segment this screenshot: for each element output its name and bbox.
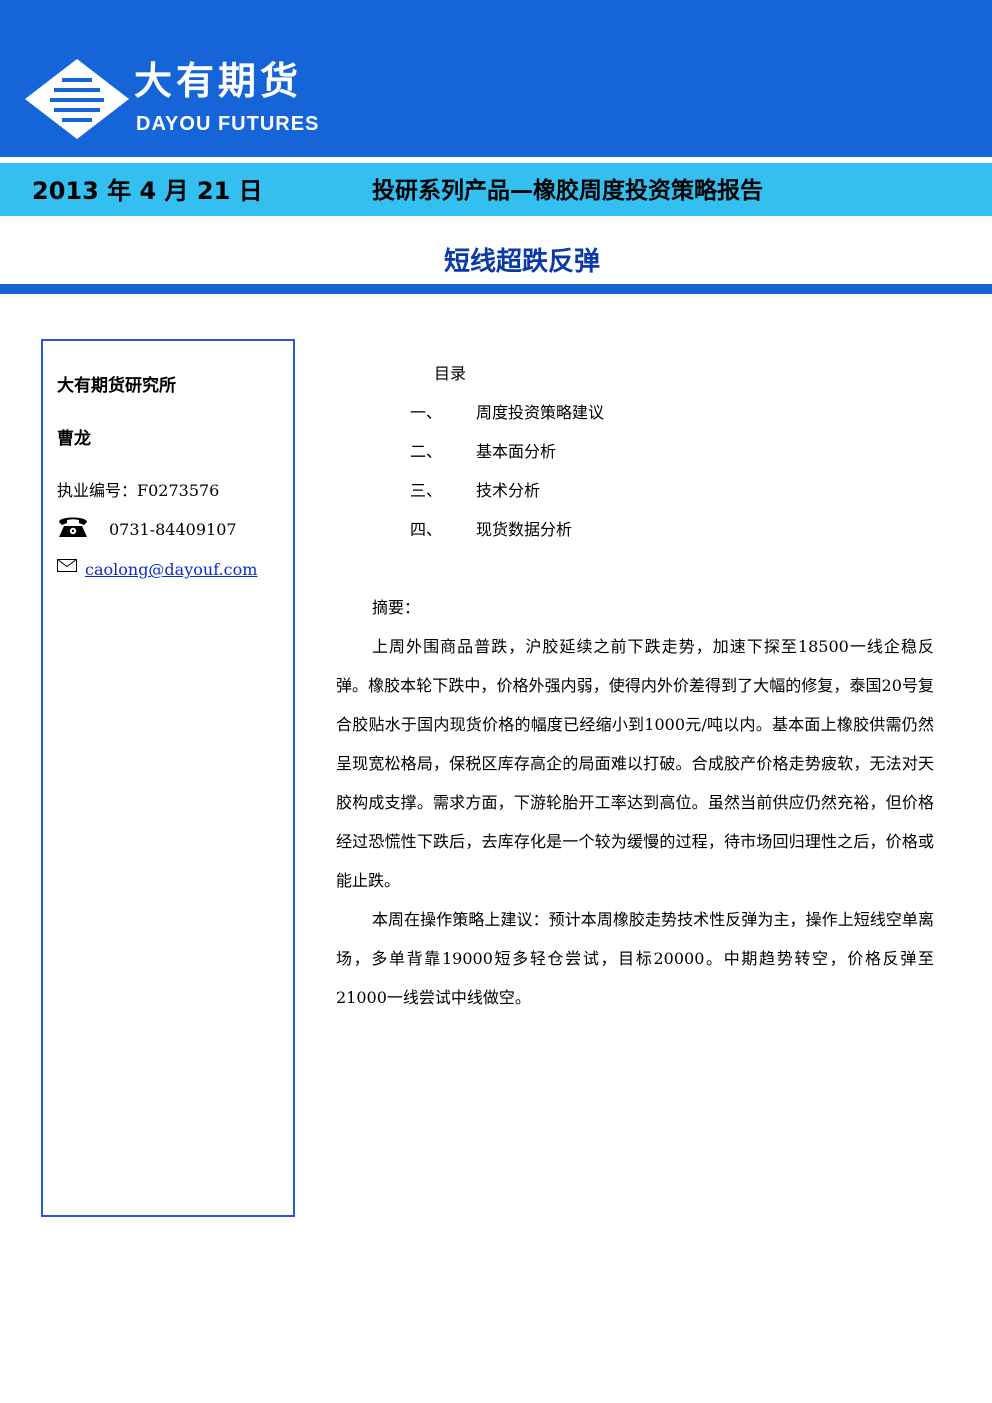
toc-item-label: 周度投资策略建议 <box>476 403 605 422</box>
research-institute: 大有期货研究所 <box>57 376 176 396</box>
author-name: 曹龙 <box>57 429 91 449</box>
toc-item-label: 基本面分析 <box>476 442 557 461</box>
logo-english-name: DAYOU FUTURES <box>136 113 320 135</box>
header-banner: 大有期货 DAYOU FUTURES <box>0 0 992 157</box>
toc-item-number: 四、 <box>410 520 443 539</box>
summary-paragraph: 上周外围商品普跌，沪胶延续之前下跌走势，加速下探至18500一线企稳反弹。橡胶本… <box>336 637 934 890</box>
toc-item: 三、 技术分析 <box>410 478 540 504</box>
email-link[interactable]: caolong@dayouf.com <box>85 557 257 583</box>
dayou-logo-icon <box>25 59 129 139</box>
summary-label: 摘要： <box>372 598 421 617</box>
toc-item-number: 三、 <box>410 481 443 500</box>
toc-item: 二、 基本面分析 <box>410 439 556 465</box>
toc-item: 一、 周度投资策略建议 <box>410 400 604 426</box>
author-sidebar: 大有期货研究所 曹龙 执业编号：F0273576 0731-84409107 c… <box>41 339 295 1217</box>
strategy-paragraph: 本周在操作策略上建议：预计本周橡胶走势技术性反弹为主，操作上短线空单离场，多单背… <box>336 910 934 1007</box>
toc-item-number: 二、 <box>410 442 443 461</box>
toc-item-label: 现货数据分析 <box>476 520 573 539</box>
report-date: 2013 年 4 月 21 日 <box>32 177 263 205</box>
report-headline: 短线超跌反弹 <box>443 247 600 277</box>
license-number: 执业编号：F0273576 <box>57 481 220 500</box>
toc-item: 四、 现货数据分析 <box>410 517 572 543</box>
report-series-title: 投研系列产品—橡胶周度投资策略报告 <box>372 178 763 204</box>
toc-item-number: 一、 <box>410 403 443 422</box>
headline-rule <box>0 284 992 294</box>
phone-number: 0731-84409107 <box>109 520 237 539</box>
toc-title: 目录 <box>434 364 467 383</box>
telephone-icon <box>59 517 87 537</box>
envelope-icon <box>57 559 77 572</box>
toc-item-label: 技术分析 <box>476 481 541 500</box>
logo-chinese-name: 大有期货 <box>134 59 303 103</box>
